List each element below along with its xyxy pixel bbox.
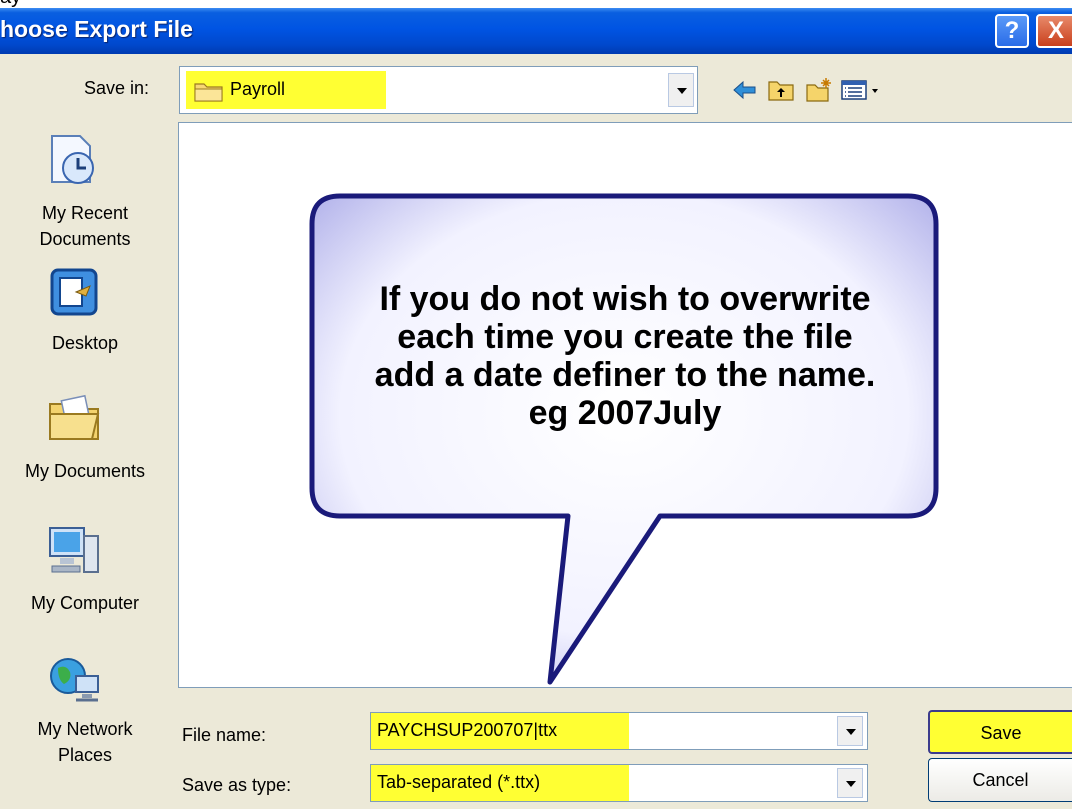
close-button[interactable]: X — [1036, 14, 1072, 48]
underlying-text: ay — [0, 0, 21, 8]
save-in-value: Payroll — [230, 79, 286, 99]
cancel-button[interactable]: Cancel — [928, 758, 1072, 802]
save-as-type-select[interactable]: Tab-separated (*.ttx) — [370, 764, 868, 802]
views-menu-icon[interactable] — [840, 76, 882, 104]
callout-bubble — [309, 193, 939, 685]
save-as-type-dropdown-arrow[interactable] — [837, 768, 863, 798]
place-my-documents[interactable]: My Documents — [0, 378, 170, 488]
title-bar[interactable]: hoose Export File ? X — [0, 8, 1072, 54]
my-documents-icon — [49, 394, 100, 440]
up-folder-icon[interactable] — [766, 76, 796, 104]
underlying-window-strip: ay — [0, 0, 1072, 8]
my-computer-label: My Computer — [30, 593, 140, 613]
place-my-computer[interactable]: My Computer — [0, 510, 170, 620]
my-documents-label: My Documents — [24, 461, 146, 481]
network-places-label-wrap: My Network Places — [0, 716, 170, 768]
new-folder-icon[interactable] — [804, 76, 834, 104]
callout-text: If you do not wish to overwrite each tim… — [330, 280, 920, 432]
file-name-dropdown-arrow[interactable] — [837, 716, 863, 746]
place-label: My Recent Documents — [0, 200, 170, 252]
my-computer-icon — [49, 527, 99, 573]
window-title: hoose Export File — [0, 16, 193, 42]
callout-line: each time you create the file — [397, 318, 853, 356]
file-name-input[interactable]: PAYCHSUP200707|ttx — [370, 712, 868, 750]
save-in-label: Save in: — [84, 78, 150, 98]
desktop-label: Desktop — [51, 333, 119, 353]
place-my-recent-documents[interactable]: My Recent Documents — [0, 120, 170, 260]
save-button[interactable]: Save — [928, 710, 1072, 754]
folder-icon — [194, 83, 223, 102]
callout-line: If you do not wish to overwrite — [379, 280, 871, 318]
file-name-value: PAYCHSUP200707|ttx — [377, 720, 558, 740]
file-name-label: File name: — [182, 725, 267, 745]
save-in-dropdown-arrow[interactable] — [668, 73, 694, 107]
place-desktop[interactable]: Desktop — [0, 260, 170, 360]
network-places-label: My Network Places — [37, 719, 133, 765]
callout-line: eg 2007July — [528, 394, 722, 432]
save-in-dropdown[interactable]: Payroll — [179, 66, 698, 114]
save-as-type-value: Tab-separated (*.ttx) — [377, 772, 541, 792]
place-my-network-places[interactable]: My Network Places — [0, 640, 170, 780]
desktop-icon — [50, 268, 98, 316]
dialog-screenshot: ay hoose Export File ? X Save in: Payrol… — [0, 0, 1072, 809]
recent-documents-label: My Recent Documents — [39, 203, 131, 249]
recent-documents-icon — [51, 135, 94, 184]
network-places-icon — [50, 658, 99, 702]
places-bar: My Recent Documents Desktop My Documents — [0, 120, 170, 809]
save-as-type-label: Save as type: — [182, 775, 292, 795]
back-icon[interactable] — [730, 76, 760, 104]
help-button[interactable]: ? — [995, 14, 1029, 48]
callout-line: add a date definer to the name. — [374, 356, 876, 394]
